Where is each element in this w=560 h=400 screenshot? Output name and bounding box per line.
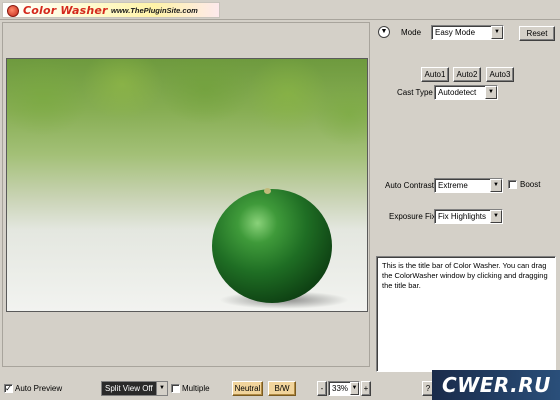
dropdown-arrow-icon: ▼: [490, 179, 502, 192]
dropdown-arrow-icon: ▼: [350, 382, 359, 395]
auto2-button[interactable]: Auto2: [453, 67, 481, 82]
auto-contrast-select[interactable]: Extreme ▼: [434, 178, 503, 193]
cast-type-label: Cast Type: [397, 88, 433, 97]
mode-label: Mode: [401, 28, 422, 37]
auto-preview-checkbox[interactable]: ✓: [4, 384, 13, 393]
auto3-button[interactable]: Auto3: [486, 67, 514, 82]
zoom-value: 33%: [332, 384, 349, 393]
lime-fruit: [212, 189, 332, 303]
collapse-chevron-icon[interactable]: ▼: [378, 26, 390, 38]
auto-contrast-label: Auto Contrast: [385, 181, 434, 190]
watermark-logo: CWER.RU: [432, 370, 560, 400]
split-view-select[interactable]: Split View Off ▼: [101, 381, 168, 396]
multiple-label: Multiple: [182, 384, 210, 393]
exposure-fix-select[interactable]: Fix Highlights ▼: [434, 209, 503, 224]
app-logo-icon: [7, 5, 19, 17]
lime-stem: [264, 188, 271, 194]
help-text-box: This is the title bar of Color Washer. Y…: [376, 256, 556, 372]
auto1-button[interactable]: Auto1: [421, 67, 449, 82]
watermark-text: CWER.RU: [442, 373, 551, 397]
bw-button[interactable]: B/W: [268, 381, 296, 396]
dropdown-arrow-icon: ▼: [156, 382, 167, 395]
dropdown-arrow-icon: ▼: [485, 86, 497, 99]
cast-type-value: Autodetect: [438, 88, 477, 97]
app-url: www.ThePluginSite.com: [111, 6, 198, 15]
boost-checkbox[interactable]: [508, 180, 517, 189]
cast-type-select[interactable]: Autodetect ▼: [434, 85, 498, 100]
preview-image[interactable]: [6, 58, 368, 312]
mode-select[interactable]: Easy Mode ▼: [431, 25, 504, 40]
zoom-in-button[interactable]: +: [361, 381, 371, 396]
auto-contrast-value: Extreme: [438, 181, 468, 190]
dropdown-arrow-icon: ▼: [490, 210, 502, 223]
zoom-select[interactable]: 33% ▼: [328, 381, 360, 396]
exposure-fix-label: Exposure Fix: [389, 212, 436, 221]
auto-preview-label: Auto Preview: [15, 384, 63, 393]
multiple-checkbox[interactable]: [171, 384, 180, 393]
zoom-out-button[interactable]: -: [317, 381, 327, 396]
title-bar[interactable]: Color Washer www.ThePluginSite.com: [0, 0, 560, 20]
mode-select-value: Easy Mode: [435, 28, 476, 37]
exposure-fix-value: Fix Highlights: [438, 212, 487, 221]
help-text: This is the title bar of Color Washer. Y…: [382, 261, 548, 290]
split-view-value: Split View Off: [105, 384, 153, 393]
dropdown-arrow-icon: ▼: [491, 26, 503, 39]
boost-label: Boost: [520, 180, 541, 189]
reset-button[interactable]: Reset: [519, 26, 555, 41]
neutral-button[interactable]: Neutral: [232, 381, 263, 396]
title-banner: Color Washer www.ThePluginSite.com: [2, 2, 220, 18]
app-title: Color Washer: [23, 4, 108, 17]
